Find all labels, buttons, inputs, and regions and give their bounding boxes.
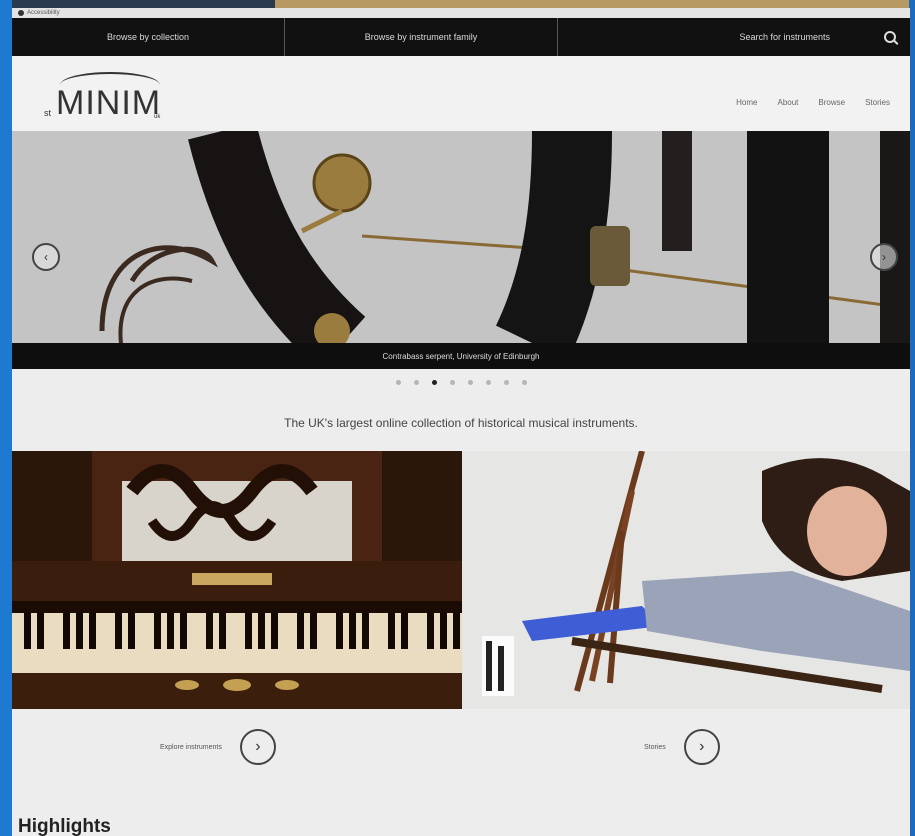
topnav-search[interactable]: Search for instruments xyxy=(558,18,910,56)
carousel-next-button[interactable]: › xyxy=(870,243,898,271)
chevron-right-icon: › xyxy=(882,250,886,264)
nav-stories[interactable]: Stories xyxy=(865,98,890,107)
carousel-dot[interactable] xyxy=(485,379,491,385)
topnav-browse-collection[interactable]: Browse by collection xyxy=(12,18,285,56)
arrow-right-icon[interactable]: › xyxy=(239,729,276,765)
top-navigation: Browse by collection Browse by instrumen… xyxy=(12,18,910,56)
site-header: st MINIM uk Home About Browse Stories xyxy=(12,56,910,131)
site-tagline: The UK's largest online collection of hi… xyxy=(284,416,638,430)
feature-cards xyxy=(12,451,910,709)
nav-about[interactable]: About xyxy=(778,98,799,107)
hero-carousel: ‹ › Contrabass serpent, University of Ed… xyxy=(12,131,910,369)
stories-image xyxy=(462,451,910,709)
stories-card[interactable] xyxy=(462,451,910,709)
carousel-slide-image xyxy=(12,131,910,369)
highlights-heading: Highlights xyxy=(18,816,111,836)
carousel-dot[interactable] xyxy=(449,379,455,385)
carousel-dot[interactable] xyxy=(503,379,509,385)
stories-label: Stories xyxy=(644,743,666,751)
logo-prefix: st xyxy=(44,108,52,118)
accessibility-bar[interactable]: Accessibility xyxy=(12,8,910,18)
carousel-indicators xyxy=(12,369,910,395)
topnav-browse-family[interactable]: Browse by instrument family xyxy=(285,18,558,56)
carousel-caption: Contrabass serpent, University of Edinbu… xyxy=(382,351,540,361)
carousel-dot[interactable] xyxy=(521,379,527,385)
explore-instruments-label: Explore instruments xyxy=(160,743,222,751)
accessibility-icon xyxy=(18,10,24,16)
search-icon[interactable] xyxy=(884,31,896,43)
accessibility-label: Accessibility xyxy=(27,10,60,16)
logo-name: MINIM xyxy=(56,84,162,122)
minim-logo[interactable]: st MINIM uk xyxy=(30,66,160,126)
carousel-dot[interactable] xyxy=(431,379,437,385)
main-navigation: Home About Browse Stories xyxy=(736,98,890,107)
search-label: Search for instruments xyxy=(739,32,830,42)
chevron-left-icon: ‹ xyxy=(44,250,48,264)
arrow-right-icon[interactable]: › xyxy=(683,729,720,765)
explore-instruments-card[interactable] xyxy=(12,451,462,709)
piano-image xyxy=(12,451,462,709)
explore-instruments-link[interactable]: Explore instruments › xyxy=(160,729,276,765)
photo-frame-left xyxy=(0,0,12,836)
logo-suffix: uk xyxy=(154,114,161,120)
nav-browse[interactable]: Browse xyxy=(818,98,845,107)
carousel-dot[interactable] xyxy=(413,379,419,385)
card-actions: Explore instruments › Stories › xyxy=(12,709,910,779)
carousel-prev-button[interactable]: ‹ xyxy=(32,243,60,271)
carousel-caption-bar: Contrabass serpent, University of Edinbu… xyxy=(12,343,910,369)
nav-home[interactable]: Home xyxy=(736,98,757,107)
browser-screen: Accessibility Browse by collection Brows… xyxy=(12,8,910,836)
stories-link[interactable]: Stories › xyxy=(644,729,720,765)
carousel-dot[interactable] xyxy=(467,379,473,385)
carousel-dot[interactable] xyxy=(395,379,401,385)
